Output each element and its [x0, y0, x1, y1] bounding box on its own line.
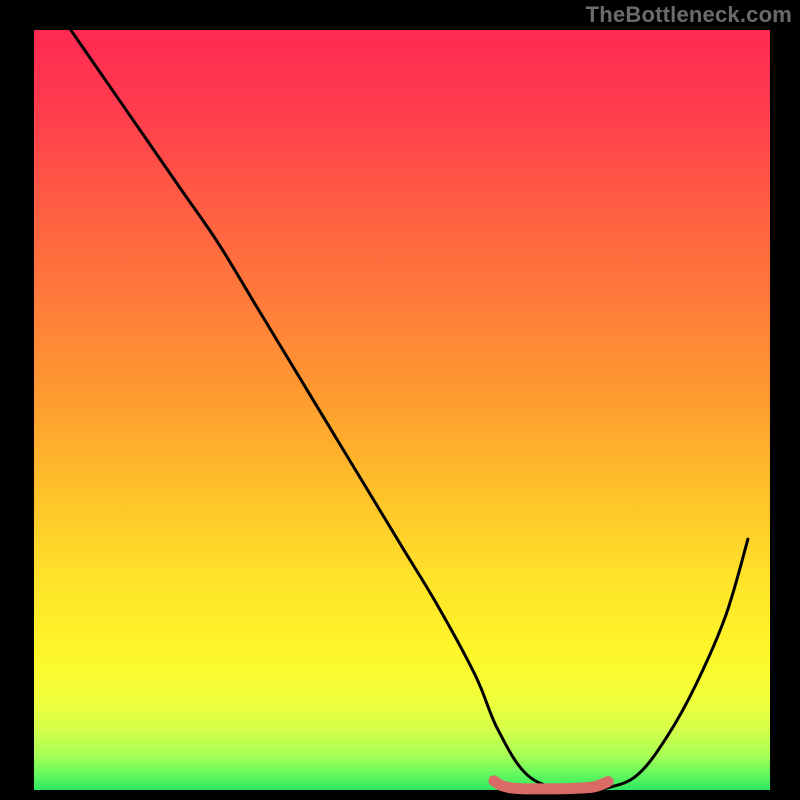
chart-container: TheBottleneck.com [0, 0, 800, 800]
gradient-background [34, 30, 770, 790]
watermark-label: TheBottleneck.com [586, 2, 792, 28]
bottleneck-chart [0, 0, 800, 800]
